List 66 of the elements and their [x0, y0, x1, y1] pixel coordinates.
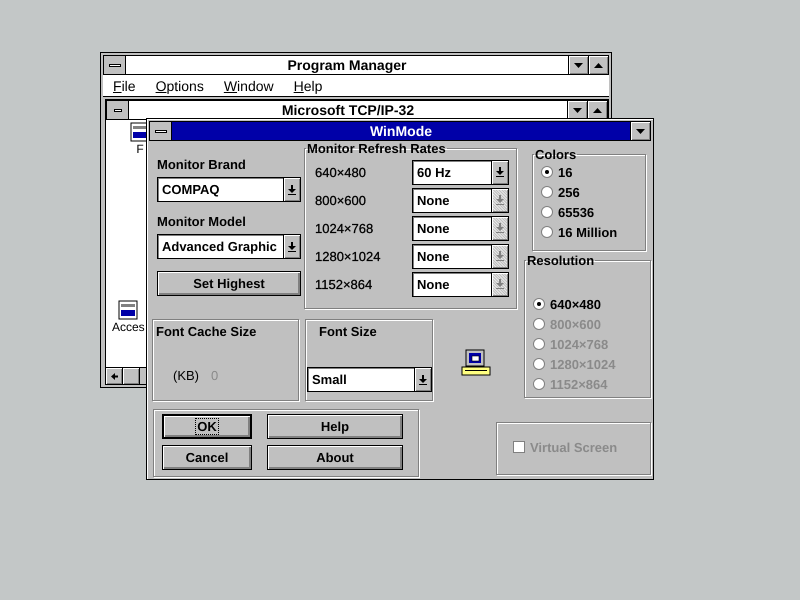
left-arrow-icon — [110, 372, 118, 380]
menu-item[interactable]: Options — [156, 78, 204, 94]
radio-option[interactable]: 16 — [533, 162, 645, 182]
field-label: Monitor Brand — [157, 157, 247, 174]
group-title: Font Cache Size — [156, 324, 256, 341]
dropdown-arrow-icon — [496, 195, 504, 205]
dropdown-button[interactable] — [414, 368, 431, 391]
system-menu-box[interactable] — [107, 101, 129, 119]
group-title: Colors — [534, 147, 578, 162]
group-title: Font Size — [319, 324, 377, 341]
scroll-left-button[interactable] — [106, 368, 123, 384]
maximize-button[interactable] — [587, 101, 607, 119]
minimize-button[interactable] — [567, 101, 587, 119]
dropdown-arrow-icon — [496, 279, 504, 289]
dropdown-button[interactable] — [283, 178, 300, 201]
dialog-button[interactable]: Cancel — [162, 445, 252, 470]
radio-option[interactable]: 65536 — [533, 202, 645, 222]
maximize-arrow-icon — [594, 62, 603, 68]
dropdown-arrow-icon — [288, 242, 296, 252]
maximize-button[interactable] — [588, 56, 608, 74]
program-label[interactable]: Acces — [112, 320, 145, 334]
dropdown-arrow-icon — [288, 184, 296, 194]
group-title: Monitor Refresh Rates — [306, 141, 447, 156]
dialog-title: WinMode — [368, 123, 434, 139]
minimize-button[interactable] — [630, 122, 650, 140]
minimize-button[interactable] — [568, 56, 588, 74]
menu-item[interactable]: Help — [294, 78, 322, 94]
maximize-arrow-icon — [593, 108, 602, 112]
group-title: Resolution — [526, 253, 596, 268]
radio-option[interactable]: 256 — [533, 182, 645, 202]
dropdown-arrow-icon — [496, 223, 504, 233]
set-highest-button[interactable]: Set Highest — [157, 271, 301, 296]
field-label: Monitor Model — [157, 214, 247, 231]
system-menu-box[interactable] — [150, 122, 172, 140]
dialog-button[interactable]: OK — [162, 414, 252, 439]
window-title: Microsoft TCP/IP-32 — [280, 102, 416, 118]
dialog-button[interactable]: Help — [267, 414, 403, 439]
menu-item[interactable]: File — [113, 78, 136, 94]
brand-dropdown[interactable]: COMPAQ — [157, 177, 301, 202]
menu-item[interactable]: Window — [224, 78, 274, 94]
unit-label: (KB) — [173, 368, 199, 383]
dropdown-arrow-icon — [496, 167, 504, 177]
dropdown-arrow-icon — [496, 251, 504, 261]
window-title: Program Manager — [286, 57, 408, 73]
radio-option[interactable]: 16 Million — [533, 222, 645, 242]
refresh-rate-dropdown[interactable]: 60 Hz — [412, 160, 509, 184]
dropdown-arrow-icon — [419, 374, 427, 384]
model-dropdown[interactable]: Advanced Graphic — [157, 234, 301, 259]
resolution-label: 640×480 — [315, 164, 367, 180]
dialog-button[interactable]: About — [267, 445, 403, 470]
program-icon[interactable] — [118, 300, 138, 320]
resolution-label: 800×600 — [315, 192, 367, 208]
resolution-label: 1280×1024 — [315, 248, 382, 264]
minimize-arrow-icon — [573, 108, 582, 112]
resolution-label: 1152×864 — [315, 276, 374, 292]
computer-icon — [461, 349, 491, 377]
dropdown-button[interactable] — [283, 235, 300, 258]
font-size-dropdown[interactable]: Small — [307, 367, 432, 392]
minimize-arrow-icon — [574, 62, 583, 68]
dropdown-button[interactable] — [491, 160, 508, 184]
program-label[interactable]: F — [136, 142, 144, 156]
resolution-label: 1024×768 — [315, 220, 374, 236]
minimize-arrow-icon — [636, 128, 645, 134]
system-menu-box[interactable] — [104, 56, 126, 74]
scroll-thumb[interactable] — [123, 368, 140, 384]
radio-option[interactable]: 640×480 — [525, 294, 650, 314]
